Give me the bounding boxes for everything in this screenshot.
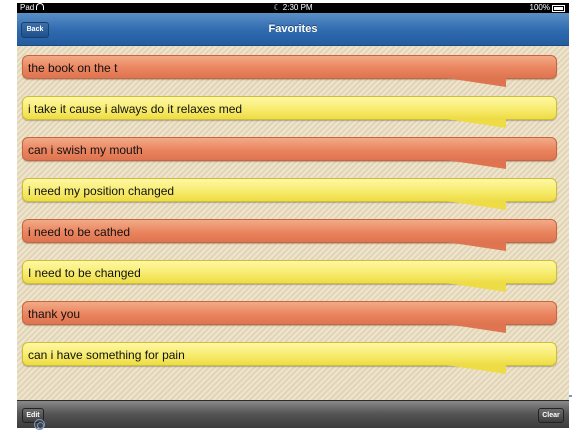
status-time: ☾ 2:30 PM bbox=[17, 3, 569, 13]
phrase-bubble[interactable]: can i swish my mouth bbox=[22, 137, 557, 169]
bottom-toolbar: Edit Clear bbox=[17, 400, 569, 428]
battery-status: 100% bbox=[530, 3, 565, 13]
phrase-bubble[interactable]: i need my position changed bbox=[22, 178, 557, 210]
favorites-list: the book on the t i take it cause i alwa… bbox=[17, 46, 569, 400]
phrase-bubble[interactable]: can i have something for pain bbox=[22, 342, 557, 374]
time-label: 2:30 PM bbox=[282, 3, 313, 12]
phrase-bubble[interactable]: thank you bbox=[22, 301, 557, 333]
phone-icon: ☾ bbox=[273, 3, 283, 12]
phrase-bubble[interactable]: the book on the t bbox=[22, 55, 557, 87]
seal-icon bbox=[34, 418, 45, 430]
status-bar: Pad ☾ 2:30 PM 100% bbox=[17, 3, 569, 13]
navigation-bar: Back Favorites bbox=[17, 13, 569, 46]
page-title: Favorites bbox=[268, 23, 318, 35]
ipad-screen: Pad ☾ 2:30 PM 100% Back Favorites the bo… bbox=[17, 3, 569, 428]
phrase-bubble[interactable]: i take it cause i always do it relaxes m… bbox=[22, 96, 557, 128]
battery-label: 100% bbox=[529, 3, 550, 12]
phrase-bubble[interactable]: i need to be cathed bbox=[22, 219, 557, 251]
battery-icon bbox=[552, 4, 565, 12]
institution-logo bbox=[34, 418, 45, 430]
clear-button[interactable]: Clear bbox=[538, 408, 564, 423]
edge-marker bbox=[569, 395, 572, 397]
phrase-bubble[interactable]: I need to be changed bbox=[22, 260, 557, 292]
